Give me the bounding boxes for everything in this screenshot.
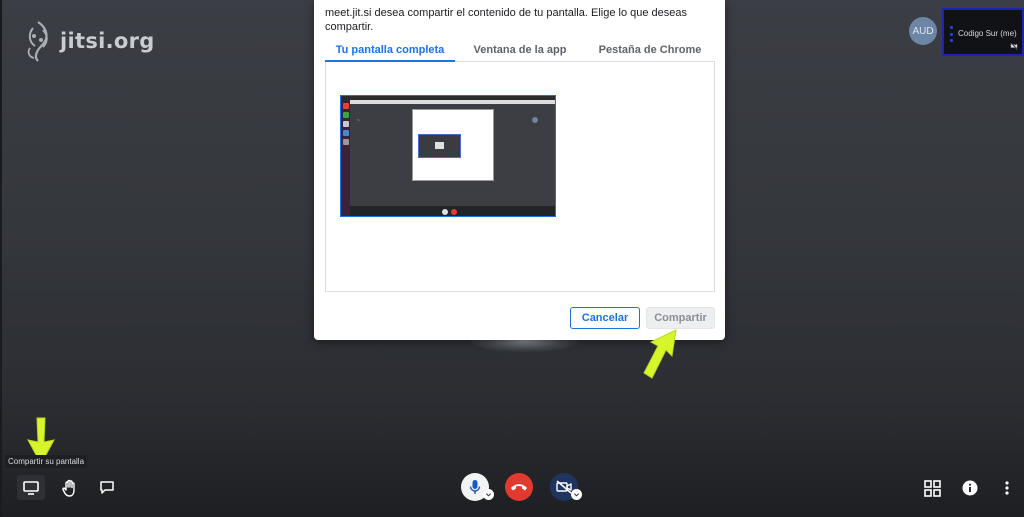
chat-icon xyxy=(100,481,114,494)
tab-chrome-tab[interactable]: Pestaña de Chrome xyxy=(585,42,715,62)
share-button[interactable]: Compartir xyxy=(646,307,715,329)
tab-entire-screen[interactable]: Tu pantalla completa xyxy=(325,42,455,62)
logo-text: jitsi.org xyxy=(60,29,155,53)
screen-share-icon xyxy=(23,480,39,495)
tab-app-window[interactable]: Ventana de la app xyxy=(455,42,585,62)
share-screen-tooltip: Compartir su pantalla xyxy=(5,455,88,468)
audio-settings-toggle[interactable] xyxy=(483,489,494,500)
info-button[interactable] xyxy=(959,477,981,499)
hangup-icon xyxy=(511,484,527,491)
source-tabs: Tu pantalla completa Ventana de la app P… xyxy=(325,42,715,62)
dialog-message: meet.jit.si desea compartir el contenido… xyxy=(325,7,687,33)
connection-indicator-icon[interactable] xyxy=(950,26,953,42)
local-participant-name: Codigo Sur (me) xyxy=(958,29,1017,38)
video-muted-icon xyxy=(1010,42,1018,50)
remote-participant-avatar[interactable]: AUD xyxy=(909,17,937,45)
hangup-button[interactable] xyxy=(505,473,533,501)
window-edge xyxy=(0,0,2,517)
microphone-icon xyxy=(469,480,481,494)
chevron-down-icon xyxy=(573,493,580,497)
screen-share-picker-dialog: meet.jit.si desea compartir el contenido… xyxy=(314,0,725,340)
jitsi-logo[interactable]: jitsi.org xyxy=(24,20,155,62)
more-vertical-icon xyxy=(1005,481,1009,495)
conference-stage: jitsi.org AUD Codigo Sur (me) meet.jit.s… xyxy=(0,0,1024,517)
chevron-down-icon xyxy=(485,493,492,497)
chat-button[interactable] xyxy=(96,475,118,500)
raise-hand-icon xyxy=(62,479,75,497)
raise-hand-button[interactable] xyxy=(59,475,81,500)
local-video-thumbnail[interactable]: Codigo Sur (me) xyxy=(942,8,1024,56)
screen-share-button[interactable] xyxy=(17,475,45,500)
tile-view-button[interactable] xyxy=(921,477,943,499)
cancel-button[interactable]: Cancelar xyxy=(570,307,640,329)
tile-view-icon xyxy=(923,479,941,497)
source-panel: ~ xyxy=(325,62,715,292)
info-icon xyxy=(962,480,978,496)
annotation-arrow-icon xyxy=(643,329,677,379)
screen-preview-thumbnail[interactable]: ~ xyxy=(340,95,556,217)
video-settings-toggle[interactable] xyxy=(571,489,582,500)
jitsi-leaf-icon xyxy=(27,21,48,62)
more-options-button[interactable] xyxy=(998,477,1016,499)
